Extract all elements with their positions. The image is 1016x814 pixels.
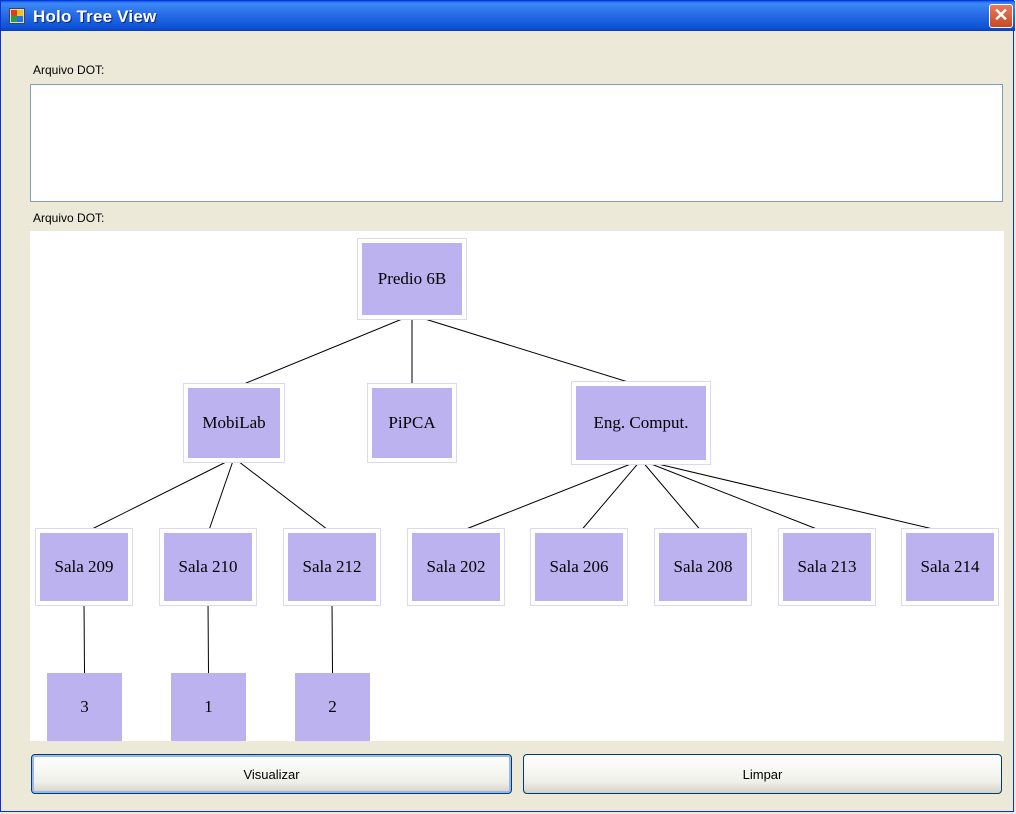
tree-edge-s209-n3 <box>83 600 85 674</box>
close-icon[interactable]: ✕ <box>989 4 1013 28</box>
tree-node-pipca: PiPCA <box>368 384 456 462</box>
tree-edge-engcomp-s208 <box>640 459 704 534</box>
tree-node-root: Predio 6B <box>358 239 466 319</box>
tree-node-mobilab: MobiLab <box>184 384 284 462</box>
tree-node-sala-209: Sala 209 <box>36 529 132 605</box>
tree-edge-root-engcomp <box>411 314 642 387</box>
tree-canvas: Predio 6B MobiLab PiPCA Eng. Comput. Sal… <box>30 231 1004 741</box>
tree-edge-engcomp-s202 <box>455 459 642 534</box>
tree-edge-mobilab-s212 <box>233 457 333 534</box>
tree-node-leaf-1: 1 <box>171 673 246 741</box>
title-bar[interactable]: Holo Tree View ✕ <box>1 1 1015 31</box>
window-title: Holo Tree View <box>33 7 157 26</box>
tree-node-leaf-2: 2 <box>295 673 370 741</box>
tree-node-sala-210: Sala 210 <box>160 529 256 605</box>
tree-node-sala-212: Sala 212 <box>284 529 380 605</box>
tree-node-sala-202: Sala 202 <box>408 529 504 605</box>
tree-edge-engcomp-s213 <box>640 459 828 534</box>
tree-edge-s210-n1 <box>207 600 209 674</box>
app-window-icon <box>9 8 25 24</box>
tree-edge-engcomp-s206 <box>578 459 642 534</box>
clear-button[interactable]: Limpar <box>523 754 1002 794</box>
tree-node-leaf-3: 3 <box>47 673 122 741</box>
tree-node-sala-214: Sala 214 <box>902 529 998 605</box>
dot-canvas-label: Arquivo DOT: <box>33 211 105 225</box>
main-window: Holo Tree View ✕ Arquivo DOT: Arquivo DO… <box>0 0 1015 812</box>
tree-edge-root-mobilab <box>233 314 413 389</box>
visualize-button[interactable]: Visualizar <box>31 754 512 794</box>
dot-input-label: Arquivo DOT: <box>33 63 105 77</box>
tree-edge-s212-n2 <box>331 600 333 674</box>
tree-edges <box>83 314 951 674</box>
tree-node-sala-206: Sala 206 <box>531 529 627 605</box>
tree-node-sala-208: Sala 208 <box>655 529 751 605</box>
tree-node-eng-comput: Eng. Comput. <box>572 382 710 464</box>
dot-input-field[interactable] <box>30 84 1003 202</box>
tree-node-sala-213: Sala 213 <box>779 529 875 605</box>
tree-edge-engcomp-s214 <box>640 459 951 534</box>
